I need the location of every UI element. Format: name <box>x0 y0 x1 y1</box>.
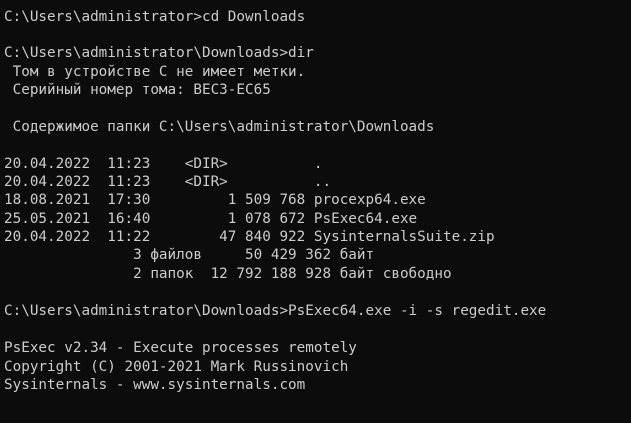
console-window[interactable]: C:\Users\administrator>cd Downloads C:\U… <box>0 0 631 423</box>
console-line: Серийный номер тома: BEC3-EC65 <box>4 82 271 98</box>
console-line: 18.08.2021 17:30 1 509 768 procexp64.exe <box>4 192 426 208</box>
console-line: Copyright (C) 2001-2021 Mark Russinovich <box>4 359 349 375</box>
console-line: 20.04.2022 11:23 <DIR> .. <box>4 174 332 190</box>
console-line: Содержимое папки C:\Users\administrator\… <box>4 119 435 135</box>
console-line: Sysinternals - www.sysinternals.com <box>4 377 306 393</box>
console-line: C:\Users\administrator\Downloads>dir <box>4 45 314 61</box>
console-line: C:\Users\administrator>cd Downloads <box>4 9 306 25</box>
console-line: 20.04.2022 11:22 47 840 922 Sysinternals… <box>4 229 495 245</box>
console-line: 3 файлов 50 429 362 байт <box>4 247 375 263</box>
console-line: PsExec v2.34 - Execute processes remotel… <box>4 340 357 356</box>
console-line: 25.05.2021 16:40 1 078 672 PsExec64.exe <box>4 211 418 227</box>
console-line: 20.04.2022 11:23 <DIR> . <box>4 156 323 172</box>
console-line: Том в устройстве C не имеет метки. <box>4 64 306 80</box>
console-line: 2 папок 12 792 188 928 байт свободно <box>4 266 452 282</box>
console-line: C:\Users\administrator\Downloads>PsExec6… <box>4 303 547 319</box>
